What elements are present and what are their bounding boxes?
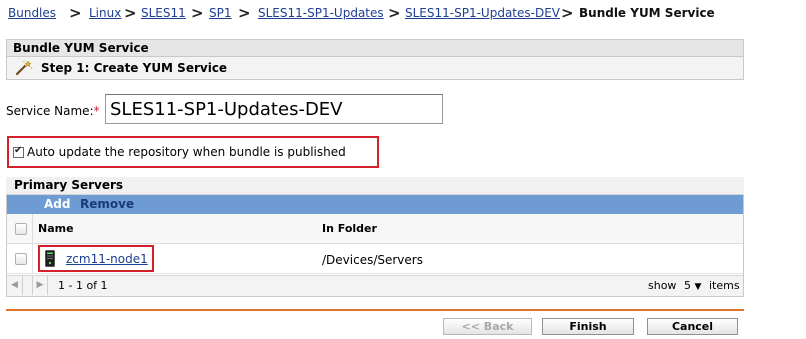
auto-update-label: Auto update the repository when bundle i… [27, 145, 346, 159]
breadcrumb-separator: > [69, 4, 82, 22]
breadcrumb-current: Bundle YUM Service [579, 6, 715, 20]
breadcrumb-link-sles11-sp1-updates[interactable]: SLES11-SP1-Updates [258, 6, 384, 20]
breadcrumb-separator: > [124, 4, 137, 22]
wizard-title-bar: Bundle YUM Service [6, 39, 744, 56]
service-name-label: Service Name:* [6, 104, 100, 118]
breadcrumb-separator: > [191, 4, 204, 22]
row-folder: /Devices/Servers [322, 253, 423, 267]
cancel-button[interactable]: Cancel [647, 318, 738, 335]
back-button[interactable]: << Back [443, 318, 532, 335]
breadcrumb-separator: > [238, 4, 251, 22]
server-name-highlight: zcm11-node1 [38, 245, 154, 272]
breadcrumb-separator: > [561, 4, 574, 22]
footer-divider [6, 309, 744, 311]
remove-button[interactable]: Remove [80, 197, 134, 211]
next-page-icon[interactable]: ▶ [32, 276, 48, 295]
required-marker: * [93, 104, 100, 118]
primary-servers-title-text: Primary Servers [14, 178, 124, 192]
page-size-select[interactable]: 5 ▼ [684, 279, 701, 292]
breadcrumb-link-sles11[interactable]: SLES11 [141, 6, 186, 20]
auto-update-checkbox[interactable] [13, 145, 24, 158]
breadcrumb-link-sles11-sp1-updates-dev[interactable]: SLES11-SP1-Updates-DEV [405, 6, 560, 20]
row-checkbox[interactable] [15, 253, 27, 265]
service-name-label-text: Service Name: [6, 104, 94, 118]
pager: ◀ ▶ 1 - 1 of 1 show 5 ▼ items [7, 275, 743, 296]
primary-servers-toolbar: Add Remove [7, 195, 743, 214]
wizard-title: Bundle YUM Service [13, 41, 149, 55]
chevron-down-icon: ▼ [694, 282, 702, 292]
wizard-step-label: Step 1: Create YUM Service [41, 61, 228, 75]
page-size-value: 5 [684, 279, 691, 292]
pager-range: 1 - 1 of 1 [58, 279, 108, 292]
finish-button[interactable]: Finish [542, 318, 634, 335]
breadcrumb-link-sp1[interactable]: SP1 [209, 6, 232, 20]
column-divider [32, 214, 33, 244]
auto-update-highlight: Auto update the repository when bundle i… [7, 136, 379, 168]
select-all-checkbox[interactable] [15, 223, 27, 235]
column-divider [32, 244, 33, 274]
add-button[interactable]: Add [44, 197, 70, 211]
breadcrumb: Bundles > Linux > SLES11 > SP1 > SLES11-… [8, 4, 768, 24]
column-header-in-folder[interactable]: In Folder [322, 222, 377, 235]
wizard-step-bar: Step 1: Create YUM Service [6, 56, 744, 80]
column-header-name[interactable]: Name [38, 222, 74, 235]
prev-page-icon[interactable]: ◀ [7, 276, 23, 295]
pager-show-label: show [648, 279, 677, 292]
service-name-input[interactable] [105, 94, 443, 124]
server-icon [45, 250, 55, 267]
table-header-row: Name In Folder [7, 214, 743, 244]
pager-items-label: items [709, 279, 740, 292]
wand-icon [15, 60, 33, 76]
breadcrumb-link-linux[interactable]: Linux [89, 6, 121, 20]
breadcrumb-link-bundles[interactable]: Bundles [8, 6, 56, 20]
server-link[interactable]: zcm11-node1 [66, 252, 148, 266]
breadcrumb-separator: > [388, 4, 401, 22]
primary-servers-title: Primary Servers [6, 177, 744, 195]
